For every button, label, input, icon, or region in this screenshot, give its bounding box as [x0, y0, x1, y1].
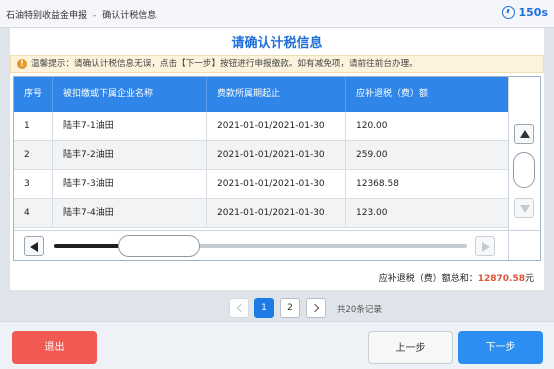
cell-index: 2 [14, 141, 53, 170]
header-amount: 应补退税（费）额 [356, 89, 429, 99]
chevron-left-icon [236, 303, 246, 313]
total-amount: 12870.58 [477, 274, 525, 284]
table-row[interactable]: 1 陆丰7-1油田 2021-01-01/2021-01-30 120.00 [14, 112, 508, 141]
cell-company-name: 陆丰7-4油田 [53, 199, 207, 228]
scroll-up-button[interactable] [514, 124, 534, 144]
cell-amount: 12368.58 [356, 179, 399, 189]
next-step-button[interactable]: 下一步 [458, 331, 543, 364]
table-row[interactable]: 4 陆丰7-4油田 2021-01-01/2021-01-30 123.00 [14, 199, 508, 228]
page-next-button[interactable] [306, 298, 326, 318]
cell-company-name: 陆丰7-3油田 [53, 170, 207, 199]
bottom-action-bar: 退出 上一步 下一步 [0, 321, 554, 369]
arrow-down-icon [520, 205, 530, 213]
cell-index: 4 [14, 199, 53, 228]
warning-icon: ! [17, 59, 27, 69]
total-summary: 应补退税（费）额总和：12870.58元 [379, 271, 534, 284]
table-row[interactable]: 3 陆丰7-3油田 2021-01-01/2021-01-30 12368.58 [14, 170, 508, 199]
clock-icon [502, 6, 516, 19]
cell-company-name: 陆丰7-1油田 [53, 112, 207, 141]
horizontal-scroll-thumb[interactable] [118, 235, 200, 257]
breadcrumb: 石油特别收益金申报 - 确认计税信息 [6, 8, 156, 21]
breadcrumb-separator: - [93, 11, 97, 21]
total-label: 应补退税（费）额总和： [378, 274, 478, 284]
total-unit: 元 [524, 274, 534, 284]
timer-value: 150s [518, 6, 548, 19]
table-row[interactable]: 2 陆丰7-2油田 2021-01-01/2021-01-30 259.00 [14, 141, 508, 170]
cell-period: 2021-01-01/2021-01-30 [207, 199, 346, 228]
previous-step-button[interactable]: 上一步 [368, 331, 453, 364]
page-title: 请确认计税信息 [231, 36, 323, 51]
header-company-name: 被扣缴或下属企业名称 [53, 77, 207, 112]
cell-amount: 259.00 [356, 150, 388, 160]
breadcrumb-root: 石油特别收益金申报 [6, 11, 88, 21]
tax-info-panel: 请确认计税信息 ! 温馨提示：请确认计税信息无误，点击【下一步】按钮进行申报缴款… [10, 28, 544, 290]
header-index: 序号 [14, 77, 53, 112]
arrow-right-icon [482, 242, 490, 252]
chevron-right-icon [310, 303, 320, 313]
scrollbar-corner [508, 230, 540, 260]
header-period: 费款所属期起止 [207, 77, 346, 112]
horizontal-scroll-progress [54, 244, 119, 248]
scroll-left-button[interactable] [24, 236, 44, 256]
countdown-timer: 150s [502, 6, 548, 19]
horizontal-scroll-track[interactable] [54, 244, 467, 248]
breadcrumb-current: 确认计税信息 [102, 11, 157, 21]
cell-index: 1 [14, 112, 53, 141]
record-count: 共20条记录 [337, 305, 382, 315]
table-body: 1 陆丰7-1油田 2021-01-01/2021-01-30 120.00 2… [14, 112, 508, 228]
arrow-up-icon [520, 130, 530, 138]
arrow-left-icon [30, 242, 38, 252]
cell-period: 2021-01-01/2021-01-30 [207, 170, 346, 199]
tip-text: 温馨提示：请确认计税信息无误，点击【下一步】按钮进行申报缴款。如有减免项，请前往… [31, 59, 418, 69]
cell-index: 3 [14, 170, 53, 199]
scroll-right-button[interactable] [475, 236, 495, 256]
horizontal-scrollbar[interactable] [14, 230, 508, 260]
page-prev-button[interactable] [229, 298, 249, 318]
top-bar: 石油特别收益金申报 - 确认计税信息 150s [0, 0, 554, 28]
vertical-scrollbar[interactable] [508, 112, 540, 230]
table-header: 序号 被扣缴或下属企业名称 费款所属期起止 应补退税（费）额 [14, 77, 508, 112]
pagination: 1 2 共20条记录 [0, 298, 554, 320]
exit-button[interactable]: 退出 [12, 331, 97, 364]
cell-company-name: 陆丰7-2油田 [53, 141, 207, 170]
cell-period: 2021-01-01/2021-01-30 [207, 141, 346, 170]
cell-amount: 123.00 [356, 208, 388, 218]
page-button-2[interactable]: 2 [280, 298, 300, 318]
tip-banner: ! 温馨提示：请确认计税信息无误，点击【下一步】按钮进行申报缴款。如有减免项，请… [10, 55, 544, 73]
page-button-1[interactable]: 1 [254, 298, 274, 318]
cell-period: 2021-01-01/2021-01-30 [207, 112, 346, 141]
header-corner [508, 77, 540, 112]
cell-amount: 120.00 [356, 121, 388, 131]
scroll-down-button[interactable] [514, 198, 534, 218]
vertical-scroll-thumb[interactable] [513, 152, 535, 188]
tax-table: 序号 被扣缴或下属企业名称 费款所属期起止 应补退税（费）额 1 陆丰7-1油田… [13, 76, 541, 261]
